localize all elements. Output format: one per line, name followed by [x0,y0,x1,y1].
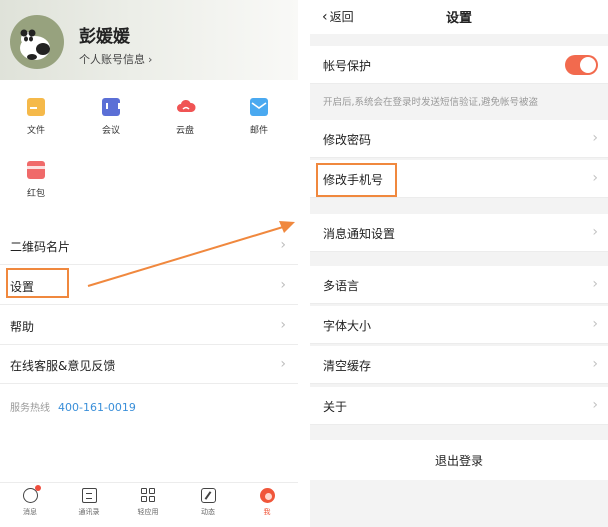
account-protection-label: 帐号保护 [323,59,372,73]
service-hotline: 服务热线 400-161-0019 [10,399,136,414]
settings-highlight-box [6,268,69,298]
app-label: 会议 [101,126,120,136]
mail-icon [250,98,268,116]
menu-item-label: 二维码名片 [10,240,71,254]
profile-header[interactable]: 彭媛媛 个人账号信息 › [0,0,298,80]
app-mail[interactable]: 邮件 [229,98,289,136]
settings-item-label: 字体大小 [323,319,372,333]
me-icon [259,488,275,503]
contacts-icon [81,488,97,503]
hint-text: 开启后,系统会在登录时发送短信验证,避免帐号被盗 [323,97,539,108]
tab-messages[interactable]: 消息 [10,485,50,517]
chevron-right-icon: › [592,276,598,292]
left-screen: 彭媛媛 个人账号信息 › 文件 会议 云盘 邮件 红包 二维码名片 › 设置 ›… [0,0,298,527]
menu-item-help[interactable]: 帮助 › [0,306,298,345]
tab-light-apps[interactable]: 轻应用 [128,488,168,517]
settings-item-language[interactable]: 多语言 › [310,266,608,304]
bottom-tab-bar: 消息 通讯录 轻应用 动态 我 [0,482,298,527]
red-envelope-icon [27,161,45,179]
account-protection-row: 帐号保护 [310,46,608,84]
settings-item-change-password[interactable]: 修改密码 › [310,120,608,158]
logout-button[interactable]: 退出登录 [310,440,608,480]
app-label: 邮件 [249,126,268,136]
settings-item-clear-cache[interactable]: 清空缓存 › [310,346,608,384]
tab-dynamic[interactable]: 动态 [188,488,228,517]
menu-item-qrcode[interactable]: 二维码名片 › [0,226,298,265]
avatar[interactable] [10,15,64,69]
chevron-right-icon: › [592,130,598,146]
chevron-right-icon: › [280,356,286,372]
app-label: 云盘 [175,126,194,136]
account-info-link[interactable]: 个人账号信息 › [79,51,152,67]
app-red-envelope[interactable]: 红包 [6,161,66,199]
change-phone-highlight-box [316,163,397,197]
tab-label: 通讯录 [78,508,100,516]
account-info-label: 个人账号信息 [79,53,145,66]
app-label: 红包 [26,189,45,199]
tab-contacts[interactable]: 通讯录 [69,488,109,517]
message-icon [22,485,41,503]
settings-item-label: 消息通知设置 [323,227,396,241]
menu-item-label: 在线客服&意见反馈 [10,359,116,373]
meeting-icon [102,98,120,116]
app-label: 文件 [26,126,45,136]
chevron-right-icon: › [280,317,286,333]
app-grid: 文件 会议 云盘 邮件 红包 [0,88,298,213]
app-cloud[interactable]: 云盘 [155,98,215,136]
chevron-right-icon: › [280,237,286,253]
folder-icon [27,98,45,116]
settings-item-notifications[interactable]: 消息通知设置 › [310,214,608,252]
page-title: 设置 [445,11,472,26]
chevron-right-icon: › [592,356,598,372]
chevron-right-icon: › [592,316,598,332]
settings-item-font-size[interactable]: 字体大小 › [310,306,608,344]
hotline-number[interactable]: 400-161-0019 [58,401,136,414]
settings-item-about[interactable]: 关于 › [310,387,608,425]
tab-me[interactable]: 我 [247,488,287,517]
tab-label: 消息 [23,508,37,516]
chevron-right-icon: › [148,53,153,66]
settings-nav-bar: ‹ 返回 设置 [310,0,608,34]
settings-item-label: 多语言 [323,279,360,293]
chevron-right-icon: › [592,397,598,413]
chevron-right-icon: › [280,277,286,293]
profile-name: 彭媛媛 [79,27,130,47]
tab-label: 动态 [201,508,215,516]
chevron-right-icon: › [592,170,598,186]
dynamic-icon [200,488,216,503]
settings-item-label: 关于 [323,400,348,414]
cloud-icon [176,98,196,116]
apps-grid-icon [140,488,156,503]
settings-item-label: 清空缓存 [323,359,372,373]
menu-item-label: 帮助 [10,320,35,334]
app-meeting[interactable]: 会议 [81,98,141,136]
right-screen: ‹ 返回 设置 帐号保护 开启后,系统会在登录时发送短信验证,避免帐号被盗 修改密… [310,0,608,527]
chevron-right-icon: › [592,224,598,240]
tab-label: 我 [263,508,271,516]
hotline-label: 服务热线 [10,403,50,414]
tab-label: 轻应用 [137,508,159,516]
app-file[interactable]: 文件 [6,98,66,136]
account-protection-toggle[interactable] [565,55,598,75]
menu-item-support[interactable]: 在线客服&意见反馈 › [0,345,298,384]
settings-item-label: 修改密码 [323,133,372,147]
panda-avatar-icon [20,29,50,60]
account-protection-hint: 开启后,系统会在登录时发送短信验证,避免帐号被盗 [310,84,608,116]
logout-label: 退出登录 [434,454,483,468]
